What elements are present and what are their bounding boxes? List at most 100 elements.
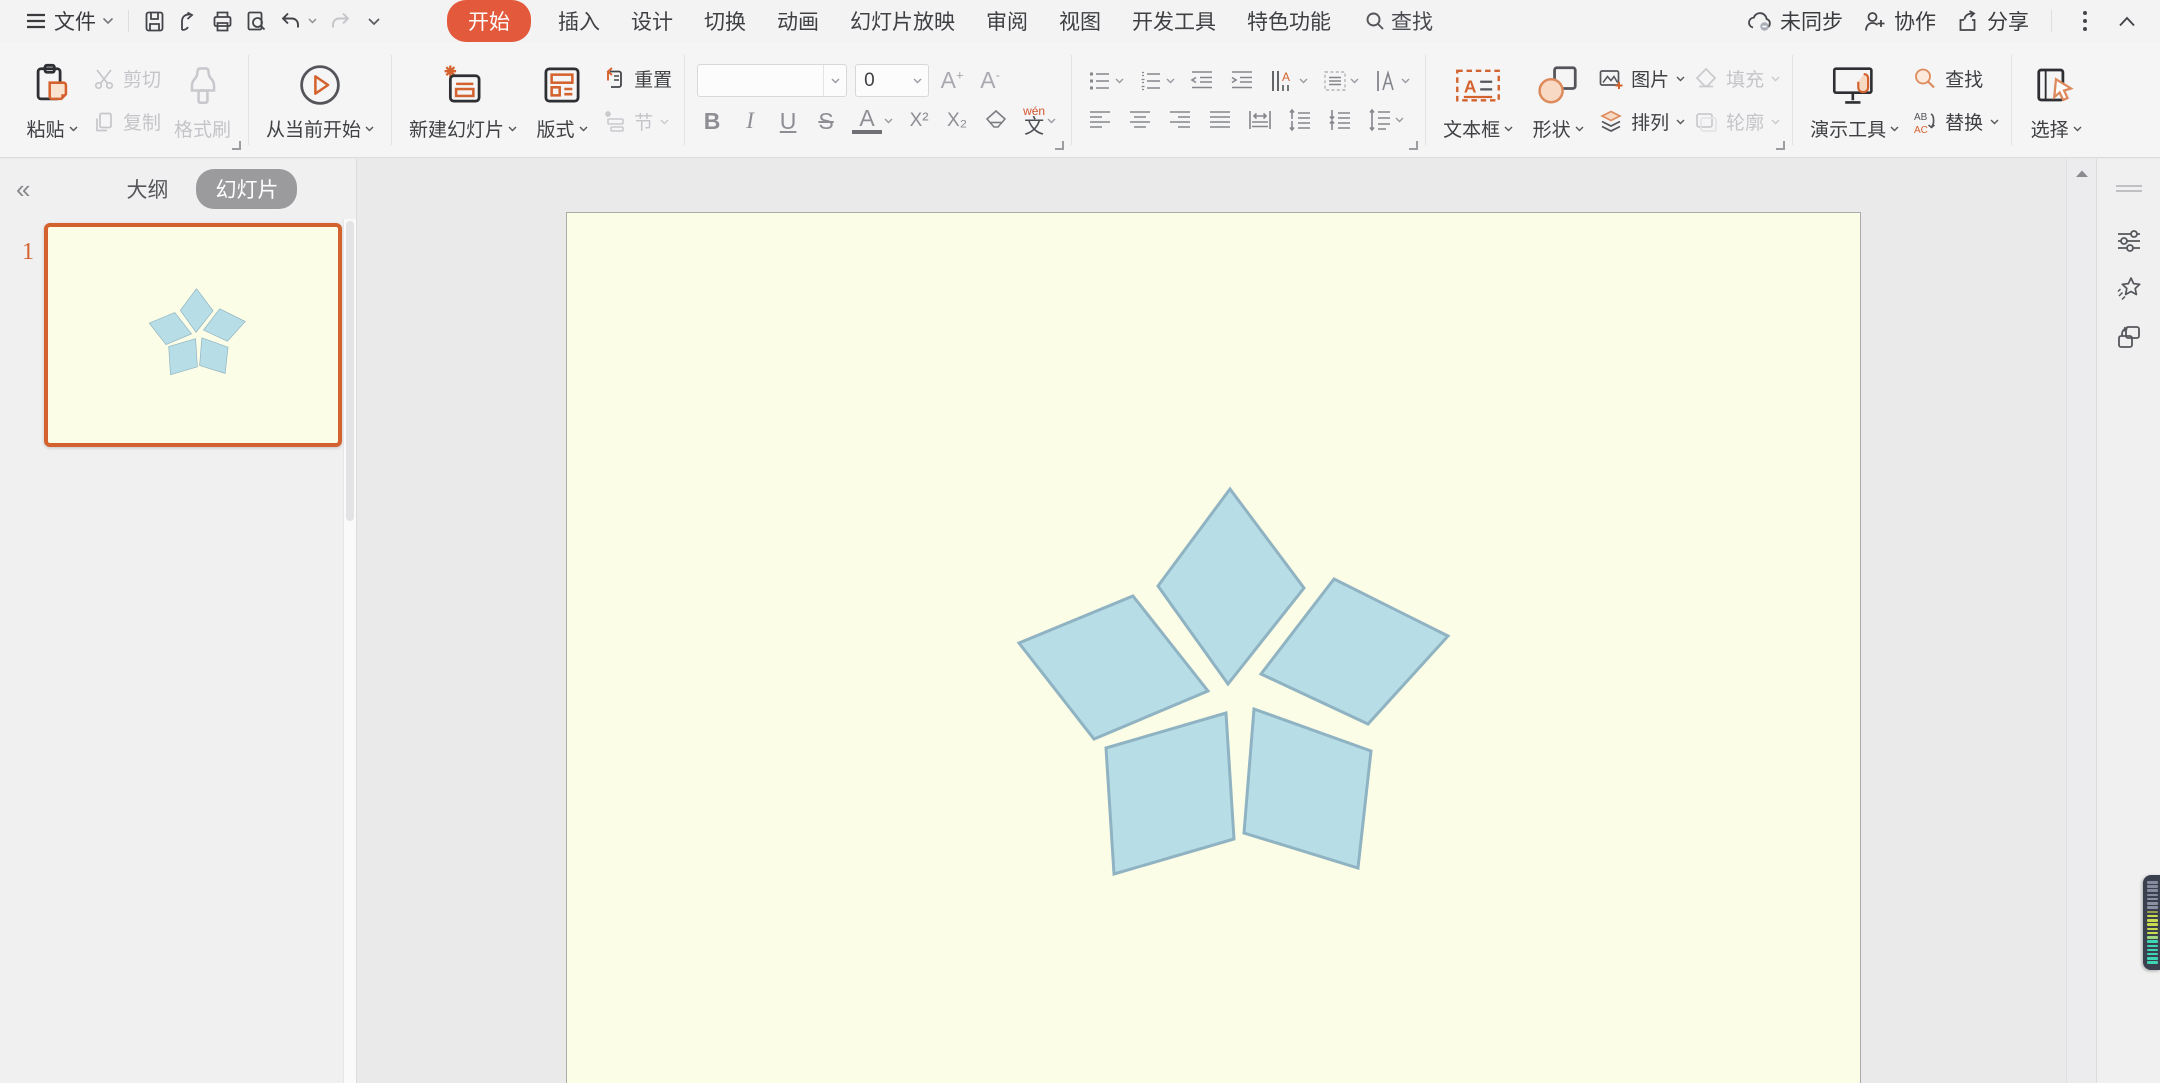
tab-开始[interactable]: 开始	[447, 0, 531, 42]
bullets-icon	[1087, 68, 1113, 94]
collaborate-button[interactable]: 协作	[1857, 5, 1942, 37]
sidebar-handle[interactable]	[2097, 165, 2160, 213]
underline-button[interactable]: U	[773, 108, 803, 135]
strikethrough-button[interactable]: S	[811, 108, 841, 135]
cut-icon	[92, 67, 116, 91]
tab-视图[interactable]: 视图	[1059, 0, 1101, 42]
text-tools-icon	[1373, 68, 1399, 94]
select-chevron-icon	[2073, 126, 2082, 132]
distribute-button[interactable]	[1244, 105, 1276, 135]
drawing-dialog-launcher[interactable]	[1776, 141, 1785, 150]
ribbon-separator	[684, 55, 685, 145]
picture-button[interactable]: 图片	[1598, 62, 1685, 96]
text-direction-chevron-icon	[1299, 78, 1308, 84]
present-tools-icon	[1831, 63, 1879, 107]
undo-button[interactable]	[273, 5, 323, 37]
numbering-button[interactable]	[1135, 66, 1178, 96]
customize-quickbar-button[interactable]	[357, 5, 391, 37]
tools-group: 演示工具 查找 ABAC 替换	[1795, 47, 2009, 153]
paragraph-dialog-launcher[interactable]	[1409, 141, 1418, 150]
font-dialog-launcher[interactable]	[1055, 141, 1064, 150]
star-petal[interactable]	[200, 338, 228, 374]
collapse-ribbon-button[interactable]	[2110, 5, 2144, 37]
tab-设计[interactable]: 设计	[631, 0, 673, 42]
sync-status-button[interactable]: 未同步	[1740, 5, 1849, 37]
phonetic-guide-button[interactable]: wén 文	[1020, 106, 1059, 136]
arrange-button[interactable]: 排列	[1598, 105, 1685, 139]
scroll-up-icon[interactable]	[2075, 169, 2089, 178]
tab-特色功能[interactable]: 特色功能	[1247, 0, 1331, 42]
textbox-button[interactable]: A 文本框	[1438, 52, 1518, 148]
font-color-button[interactable]: A	[849, 106, 896, 136]
clear-format-button[interactable]	[980, 106, 1012, 136]
picture-icon	[1598, 66, 1624, 92]
titlebar-search-button[interactable]: 查找	[1364, 6, 1433, 36]
align-left-button[interactable]	[1084, 105, 1116, 135]
text-direction-button[interactable]: A	[1266, 66, 1311, 96]
tab-切换[interactable]: 切换	[704, 0, 746, 42]
object-properties-button[interactable]	[2097, 217, 2160, 265]
stripe-widget[interactable]	[2143, 875, 2160, 970]
shapes-button[interactable]: 形状	[1526, 52, 1590, 148]
increase-indent-button[interactable]	[1226, 66, 1258, 96]
replace-button[interactable]: ABAC 替换	[1912, 105, 1999, 139]
find-button[interactable]: 查找	[1912, 62, 1999, 96]
animation-pane-button[interactable]	[2097, 265, 2160, 313]
bold-button[interactable]: B	[697, 108, 727, 135]
new-slide-button[interactable]: 新建幻灯片	[404, 52, 522, 148]
reset-button[interactable]: 重置	[602, 62, 672, 96]
tab-插入[interactable]: 插入	[558, 0, 600, 42]
sync-status-label: 未同步	[1780, 6, 1843, 36]
paste-label: 粘贴	[26, 115, 64, 142]
clipboard-group: 粘贴 剪切 复制 格式刷	[10, 47, 246, 153]
slide[interactable]	[566, 212, 1861, 1083]
subscript-button[interactable]: X₂	[942, 110, 972, 132]
present-tools-button[interactable]: 演示工具	[1805, 52, 1904, 148]
slide-panel-scrollbar[interactable]	[343, 219, 356, 1083]
tab-幻灯片放映[interactable]: 幻灯片放映	[850, 0, 955, 42]
justify-button[interactable]	[1204, 105, 1236, 135]
fill-chevron-icon	[1771, 76, 1780, 82]
play-from-current-button[interactable]: 从当前开始	[261, 52, 379, 148]
star-petal[interactable]	[169, 339, 198, 375]
tab-slides[interactable]: 幻灯片	[196, 169, 297, 209]
star-petal[interactable]	[1244, 709, 1371, 868]
tab-动画[interactable]: 动画	[777, 0, 819, 42]
print-preview-button[interactable]	[239, 5, 273, 37]
font-name-combo[interactable]	[697, 64, 847, 97]
text-tools-button[interactable]	[1370, 66, 1413, 96]
tab-审阅[interactable]: 审阅	[986, 0, 1028, 42]
more-menu-button[interactable]	[2068, 5, 2102, 37]
clipboard-dialog-launcher[interactable]	[232, 141, 241, 150]
export-pdf-button[interactable]	[171, 5, 205, 37]
file-menu-button[interactable]: 文件	[18, 5, 120, 37]
italic-button[interactable]: I	[735, 108, 765, 134]
line-spacing-button[interactable]	[1364, 105, 1407, 135]
font-size-combo[interactable]: 0	[855, 64, 929, 97]
transition-pane-button[interactable]	[2097, 313, 2160, 361]
select-button[interactable]: 选择	[2024, 52, 2088, 148]
layout-button[interactable]: 版式	[530, 52, 594, 148]
section-button: 节	[602, 105, 672, 139]
superscript-button[interactable]: X²	[904, 110, 934, 132]
align-center-button[interactable]	[1124, 105, 1156, 135]
decrease-indent-button[interactable]	[1186, 66, 1218, 96]
align-right-button[interactable]	[1164, 105, 1196, 135]
increase-para-spacing-button[interactable]	[1284, 105, 1316, 135]
bullets-button[interactable]	[1084, 66, 1127, 96]
slide-thumbnail[interactable]	[44, 223, 342, 447]
canvas-scrollbar[interactable]	[2066, 159, 2096, 1083]
paragraph-layout-button[interactable]	[1319, 66, 1362, 96]
save-button[interactable]	[137, 5, 171, 37]
tab-outline[interactable]: 大纲	[126, 174, 168, 204]
star-petal[interactable]	[1106, 713, 1234, 874]
menu-icon	[24, 9, 48, 33]
tab-开发工具[interactable]: 开发工具	[1132, 0, 1216, 42]
decrease-para-spacing-button[interactable]	[1324, 105, 1356, 135]
phonetic-chevron-icon	[1047, 118, 1056, 124]
panel-collapse-button[interactable]: «	[16, 176, 30, 202]
print-button[interactable]	[205, 5, 239, 37]
section-chevron-icon	[660, 119, 669, 125]
share-button[interactable]: 分享	[1950, 5, 2035, 37]
paste-button[interactable]: 粘贴	[20, 52, 84, 148]
